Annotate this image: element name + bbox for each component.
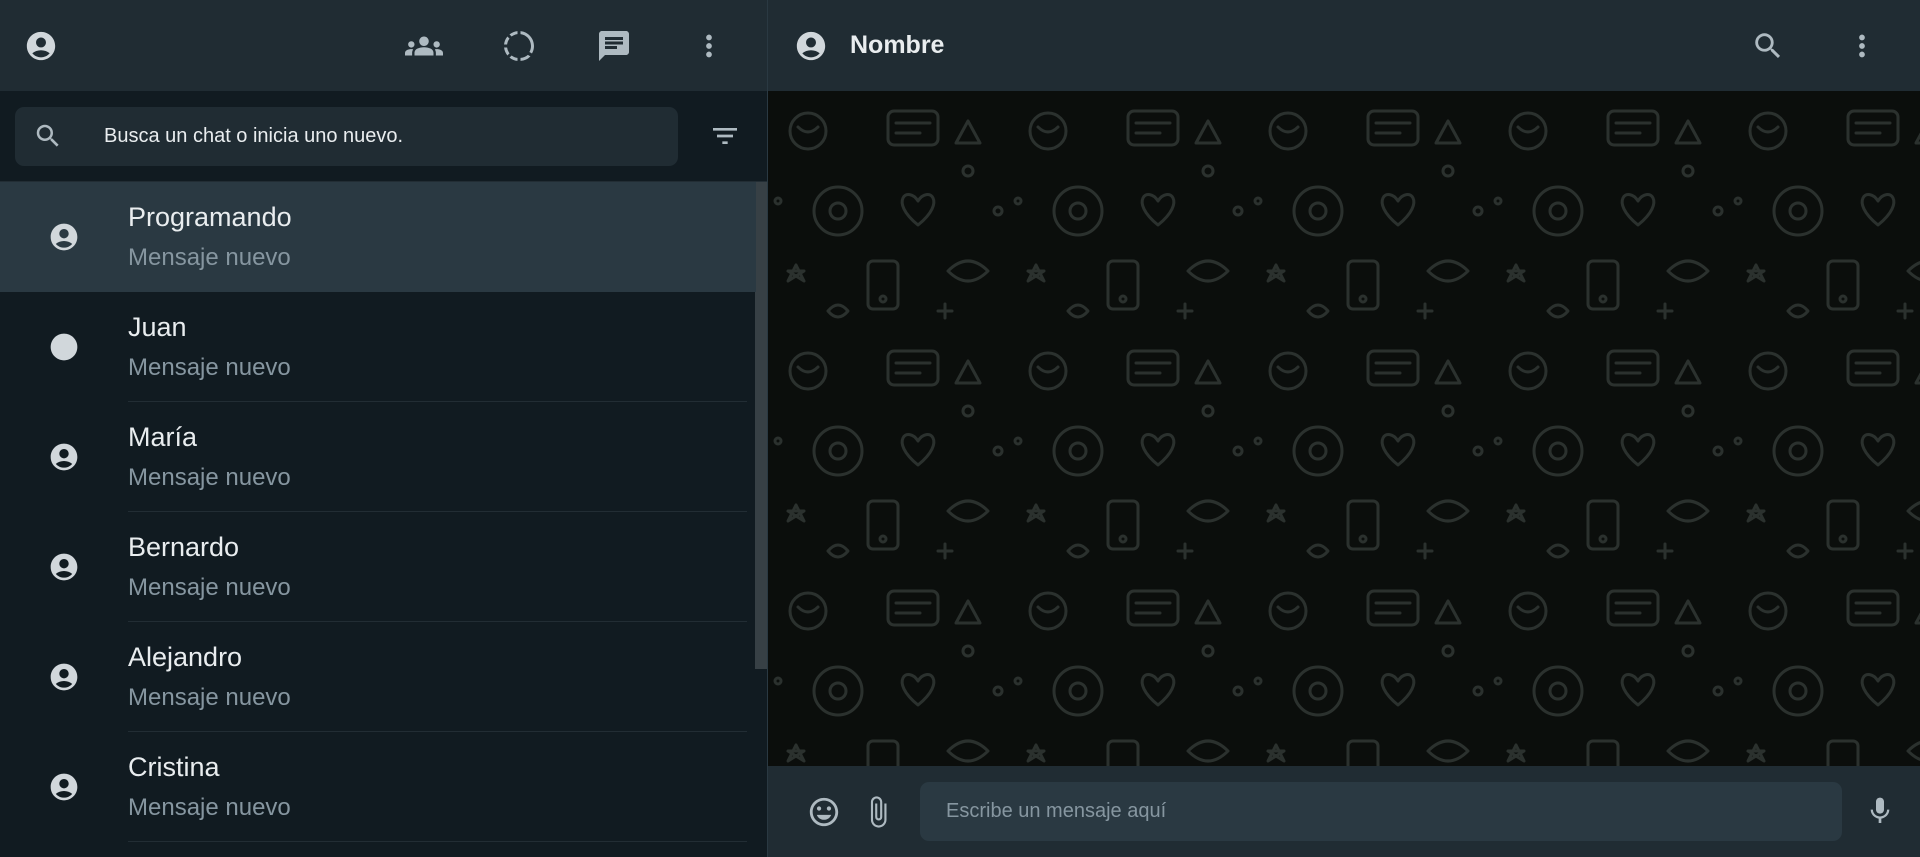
chat-wallpaper bbox=[768, 91, 1920, 766]
user-avatar-icon bbox=[50, 553, 78, 581]
chat-name: Cristina bbox=[128, 751, 220, 782]
avatar bbox=[0, 551, 128, 583]
user-avatar-icon bbox=[50, 333, 78, 361]
community-icon[interactable] bbox=[404, 26, 444, 66]
user-avatar-icon bbox=[50, 663, 78, 691]
chat-item-cristina[interactable]: Cristina Mensaje nuevo bbox=[0, 732, 767, 842]
chat-item-texts: Cristina Mensaje nuevo bbox=[128, 732, 747, 842]
chat-item-juan[interactable]: Juan Mensaje nuevo bbox=[0, 292, 767, 402]
search-icon[interactable] bbox=[33, 121, 63, 151]
message-composer bbox=[768, 766, 1920, 857]
search-icon[interactable] bbox=[1748, 26, 1788, 66]
sidebar-header bbox=[0, 0, 767, 91]
user-avatar-icon bbox=[50, 773, 78, 801]
doodle-pattern bbox=[768, 91, 1920, 766]
chat-item-texts: Programando Mensaje nuevo bbox=[128, 182, 736, 292]
chat-preview: Mensaje nuevo bbox=[128, 793, 291, 821]
chat-item-programando[interactable]: Programando Mensaje nuevo bbox=[0, 182, 756, 292]
chat-name: María bbox=[128, 421, 198, 452]
user-avatar-icon bbox=[50, 223, 78, 251]
chat-preview: Mensaje nuevo bbox=[128, 683, 291, 711]
chat-item-texts: Alejandro Mensaje nuevo bbox=[128, 622, 747, 732]
attach-icon[interactable] bbox=[858, 792, 898, 832]
microphone-icon[interactable] bbox=[1860, 791, 1900, 831]
search-input[interactable] bbox=[104, 124, 624, 148]
chat-name: Juan bbox=[128, 311, 187, 342]
chat-item-maria[interactable]: María Mensaje nuevo bbox=[0, 402, 767, 512]
search-row bbox=[0, 91, 767, 182]
avatar bbox=[0, 221, 128, 253]
avatar bbox=[0, 661, 128, 693]
message-input[interactable] bbox=[920, 782, 1842, 841]
search-box[interactable] bbox=[15, 106, 678, 166]
conversation-header-actions bbox=[1748, 0, 1882, 91]
contact-name[interactable]: Nombre bbox=[850, 31, 944, 60]
chat-preview: Mensaje nuevo bbox=[128, 573, 291, 601]
filter-icon[interactable] bbox=[705, 116, 745, 156]
chat-item-texts: María Mensaje nuevo bbox=[128, 402, 747, 512]
menu-icon[interactable] bbox=[689, 26, 729, 66]
conversation-pane: Nombre bbox=[768, 0, 1920, 857]
emoji-icon[interactable] bbox=[804, 792, 844, 832]
chat-item-alejandro[interactable]: Alejandro Mensaje nuevo bbox=[0, 622, 767, 732]
chat-name: Bernardo bbox=[128, 531, 240, 562]
conversation-header: Nombre bbox=[768, 0, 1920, 91]
chat-item-texts: Juan Mensaje nuevo bbox=[128, 292, 747, 402]
chat-item-bernardo[interactable]: Bernardo Mensaje nuevo bbox=[0, 512, 767, 622]
chat-name: Programando bbox=[128, 202, 292, 232]
user-avatar-icon bbox=[50, 443, 78, 471]
chat-preview: Mensaje nuevo bbox=[128, 353, 291, 381]
avatar bbox=[0, 441, 128, 473]
user-avatar-icon[interactable] bbox=[24, 29, 58, 63]
status-icon[interactable] bbox=[499, 26, 539, 66]
chat-preview: Mensaje nuevo bbox=[128, 244, 291, 271]
chat-preview: Mensaje nuevo bbox=[128, 463, 291, 491]
sidebar-header-actions bbox=[404, 0, 729, 91]
menu-icon[interactable] bbox=[1842, 26, 1882, 66]
chat-list: Programando Mensaje nuevo Juan Mensaje n… bbox=[0, 182, 767, 857]
new-chat-icon[interactable] bbox=[594, 26, 634, 66]
avatar bbox=[0, 771, 128, 803]
chat-item-texts: Bernardo Mensaje nuevo bbox=[128, 512, 747, 622]
contact-avatar-icon[interactable] bbox=[794, 29, 828, 63]
chat-sidebar: Programando Mensaje nuevo Juan Mensaje n… bbox=[0, 0, 768, 857]
chat-name: Alejandro bbox=[128, 641, 243, 672]
avatar bbox=[0, 331, 128, 363]
